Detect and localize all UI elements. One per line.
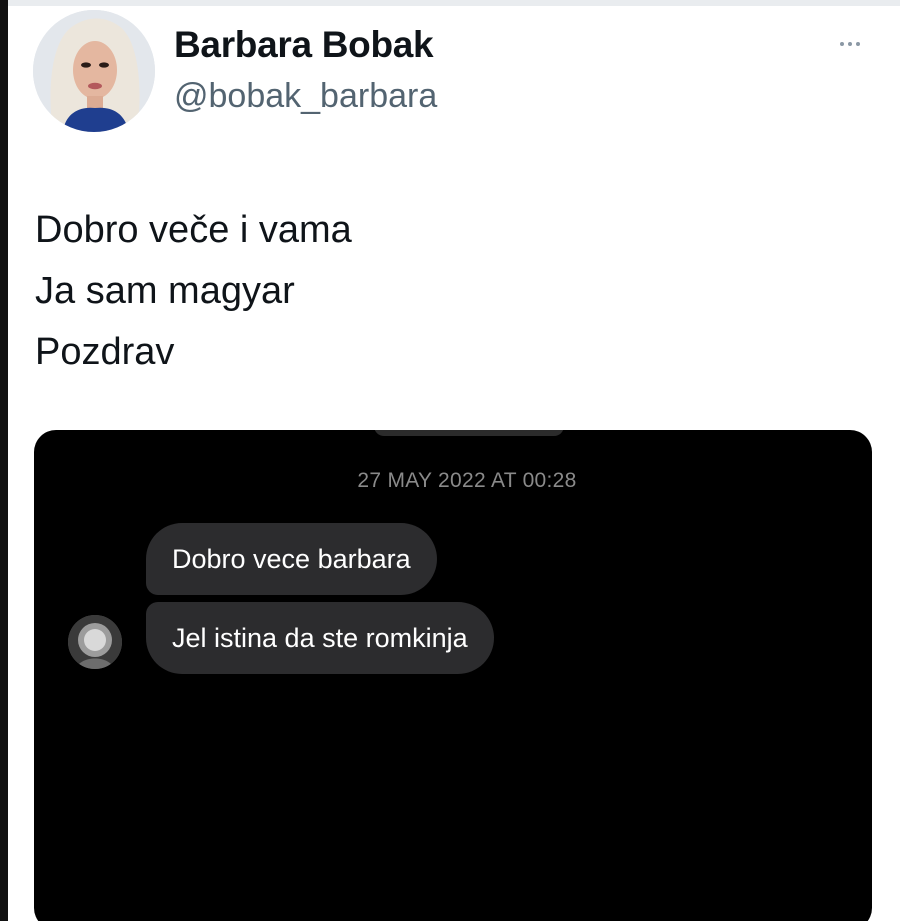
tweet-media-image[interactable]: 27 MAY 2022 AT 00:28 Dobro vece barbara … [34, 430, 872, 921]
author-avatar[interactable] [33, 10, 155, 132]
tweet-text: Dobro veče i vama Ja sam magyar Pozdrav [35, 200, 352, 383]
message-timestamp: 27 MAY 2022 AT 00:28 [357, 469, 577, 492]
more-horizontal-icon-dot [848, 42, 852, 46]
author-portrait-icon [33, 10, 155, 132]
tweet-text-line: Dobro veče i vama [35, 209, 352, 251]
more-options-button[interactable] [828, 30, 872, 58]
top-border [8, 0, 900, 6]
more-horizontal-icon [840, 42, 844, 46]
message-bubble: Jel istina da ste romkinja [146, 602, 494, 674]
tweet-page: Barbara Bobak @bobak_barbara Dobro veče … [0, 0, 900, 921]
screenshot-top-handle [374, 430, 564, 436]
sender-avatar-icon [68, 615, 122, 669]
message-bubble: Dobro vece barbara [146, 523, 437, 595]
author-name[interactable]: Barbara Bobak [174, 24, 434, 66]
left-border [0, 0, 8, 921]
tweet-text-line: Ja sam magyar [35, 270, 295, 312]
author-handle[interactable]: @bobak_barbara [174, 77, 437, 116]
more-horizontal-icon-dot [856, 42, 860, 46]
sender-avatar [68, 615, 122, 669]
tweet-text-line: Pozdrav [35, 331, 175, 373]
